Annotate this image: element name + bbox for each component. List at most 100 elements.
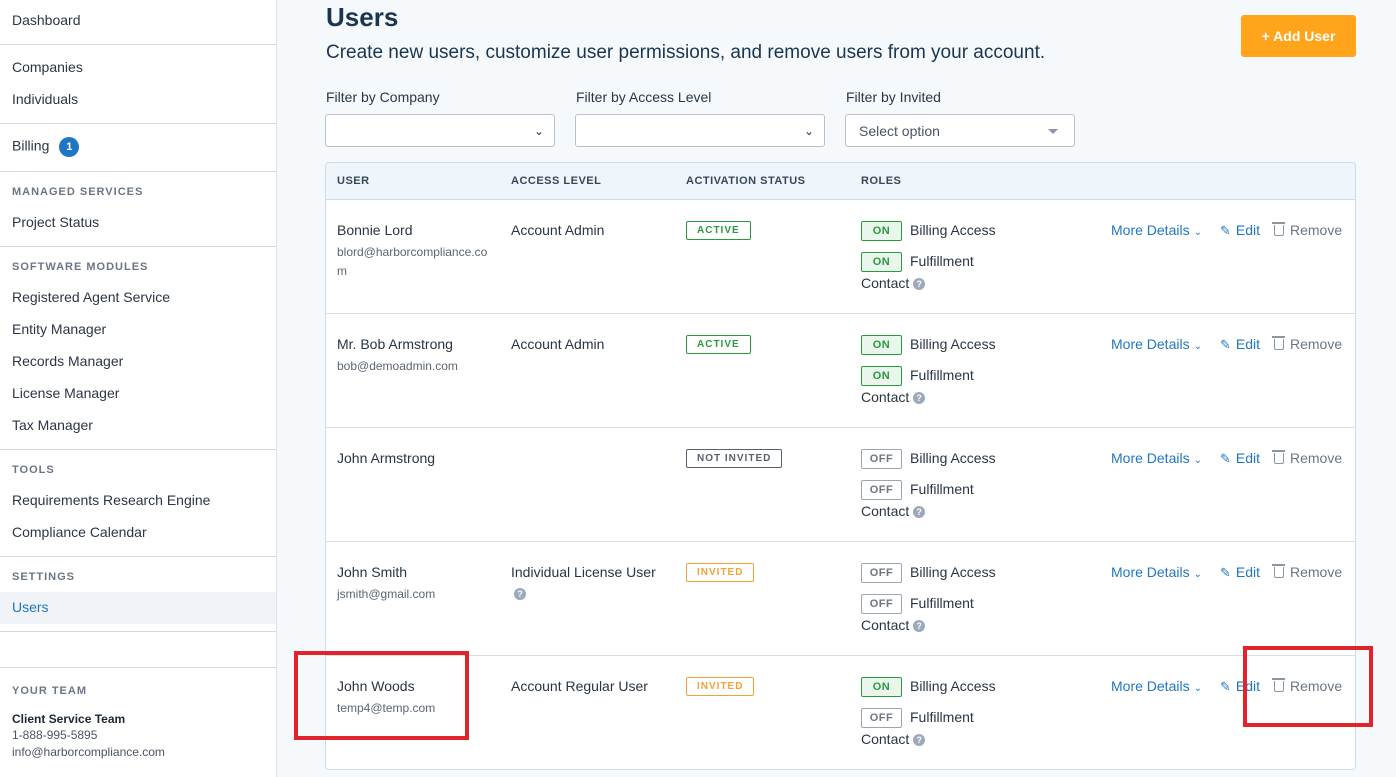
edit-link[interactable]: ✎ Edit	[1220, 564, 1260, 581]
help-icon[interactable]: ?	[913, 734, 926, 747]
sidebar-item-individuals[interactable]: Individuals	[12, 91, 78, 107]
highlight-box-user	[294, 651, 469, 740]
chevron-down-icon: ⌄	[803, 124, 814, 138]
help-icon[interactable]: ?	[514, 587, 526, 600]
role-contact-label: Contact	[861, 275, 910, 291]
role-fulfillment-label: Fulfillment	[910, 709, 974, 725]
user-email: bob@demoadmin.com	[337, 359, 458, 373]
sidebar-item-dashboard[interactable]: Dashboard	[12, 12, 81, 28]
add-user-button[interactable]: + Add User	[1241, 15, 1356, 57]
sidebar-divider	[0, 556, 276, 557]
more-details-link[interactable]: More Details ⌄	[1111, 564, 1202, 580]
fulfillment-contact-toggle[interactable]: ON	[861, 366, 902, 386]
more-details-link[interactable]: More Details ⌄	[1111, 678, 1202, 694]
filter-access-select[interactable]: ⌄	[575, 114, 825, 147]
fulfillment-contact-toggle[interactable]: OFF	[861, 480, 902, 500]
edit-link[interactable]: ✎ Edit	[1220, 450, 1260, 467]
billing-access-toggle[interactable]: ON	[861, 221, 902, 241]
help-icon[interactable]: ?	[913, 392, 926, 405]
sidebar-item-requirements-engine[interactable]: Requirements Research Engine	[12, 492, 210, 508]
remove-label: Remove	[1290, 564, 1343, 580]
sidebar-item-license-manager[interactable]: License Manager	[12, 385, 119, 401]
sidebar-item-compliance-calendar[interactable]: Compliance Calendar	[12, 524, 147, 540]
sidebar-item-entity-manager[interactable]: Entity Manager	[12, 321, 106, 337]
sidebar-divider	[0, 246, 276, 247]
column-header-user: USER	[337, 175, 370, 187]
role-fulfillment-label: Fulfillment	[910, 253, 974, 269]
edit-link[interactable]: ✎ Edit	[1220, 336, 1260, 353]
role-contact-label: Contact	[861, 731, 910, 747]
chevron-down-icon: ⌄	[533, 124, 544, 138]
sidebar: Dashboard Companies Individuals Billing 1…	[0, 0, 277, 777]
users-table: USER ACCESS LEVEL ACTIVATION STATUS ROLE…	[325, 162, 1356, 770]
trash-icon	[1272, 222, 1285, 236]
role-billing-label: Billing Access	[910, 678, 996, 694]
billing-access-toggle[interactable]: OFF	[861, 449, 902, 469]
pencil-icon: ✎	[1220, 337, 1231, 352]
edit-label: Edit	[1235, 450, 1261, 466]
billing-access-toggle[interactable]: ON	[861, 335, 902, 355]
billing-count-badge: 1	[59, 137, 80, 157]
table-row: Bonnie Lord blord@harborcompliance.com A…	[326, 200, 1355, 314]
column-header-roles: ROLES	[861, 175, 902, 187]
filter-invited-label: Filter by Invited	[846, 89, 941, 105]
table-row: John Armstrong NOT INVITED OFF Billing A…	[326, 428, 1355, 542]
more-details-link[interactable]: More Details ⌄	[1111, 222, 1202, 238]
role-fulfillment-label: Fulfillment	[910, 595, 974, 611]
fulfillment-contact-toggle[interactable]: ON	[861, 252, 902, 272]
remove-link[interactable]: Remove	[1272, 336, 1343, 352]
filter-invited-select[interactable]: Select option	[845, 114, 1075, 147]
table-row: John Woods temp4@temp.com Account Regula…	[326, 656, 1355, 769]
edit-link[interactable]: ✎ Edit	[1220, 222, 1260, 239]
fulfillment-contact-toggle[interactable]: OFF	[861, 594, 902, 614]
role-fulfillment-label: Fulfillment	[910, 367, 974, 383]
fulfillment-contact-toggle[interactable]: OFF	[861, 708, 902, 728]
sidebar-item-tax-manager[interactable]: Tax Manager	[12, 417, 93, 433]
team-email[interactable]: info@harborcompliance.com	[12, 745, 165, 759]
remove-label: Remove	[1290, 336, 1343, 352]
sidebar-item-records-manager[interactable]: Records Manager	[12, 353, 123, 369]
section-heading-settings: SETTINGS	[12, 571, 76, 583]
remove-link[interactable]: Remove	[1272, 450, 1342, 466]
access-level-help: ?	[514, 585, 526, 603]
role-billing-label: Billing Access	[910, 222, 996, 238]
trash-icon	[1272, 336, 1285, 350]
column-header-access-level: ACCESS LEVEL	[511, 175, 602, 187]
filter-access-label: Filter by Access Level	[576, 89, 712, 105]
sidebar-item-billing[interactable]: Billing 1	[12, 137, 80, 157]
page-subtitle: Create new users, customize user permiss…	[326, 42, 1046, 63]
sidebar-item-registered-agent[interactable]: Registered Agent Service	[12, 289, 170, 305]
filter-invited-placeholder: Select option	[859, 123, 940, 139]
access-level: Account Regular User	[511, 678, 648, 694]
remove-link[interactable]: Remove	[1272, 564, 1343, 580]
sidebar-divider	[0, 44, 276, 45]
sidebar-item-project-status[interactable]: Project Status	[12, 214, 99, 230]
sidebar-divider	[0, 449, 276, 450]
edit-label: Edit	[1235, 336, 1261, 352]
pencil-icon: ✎	[1220, 223, 1231, 238]
billing-access-toggle[interactable]: OFF	[861, 563, 902, 583]
role-fulfillment-label: Fulfillment	[910, 481, 974, 497]
status-badge: NOT INVITED	[686, 449, 783, 468]
more-details-link[interactable]: More Details ⌄	[1111, 336, 1202, 352]
billing-access-toggle[interactable]: ON	[861, 677, 902, 697]
sidebar-item-users[interactable]: Users	[12, 599, 49, 615]
role-billing-label: Billing Access	[910, 336, 996, 352]
more-details-label: More Details	[1111, 222, 1190, 238]
chevron-down-icon: ⌄	[1193, 569, 1202, 580]
sidebar-divider	[0, 631, 276, 632]
help-icon[interactable]: ?	[913, 506, 926, 519]
more-details-link[interactable]: More Details ⌄	[1111, 450, 1202, 466]
filter-company-select[interactable]: ⌄	[325, 114, 555, 147]
role-billing-label: Billing Access	[910, 564, 996, 580]
help-icon[interactable]: ?	[913, 620, 926, 633]
sidebar-item-companies[interactable]: Companies	[12, 59, 83, 75]
remove-link[interactable]: Remove	[1272, 222, 1342, 238]
pencil-icon: ✎	[1220, 679, 1231, 694]
help-icon[interactable]: ?	[913, 278, 926, 291]
team-phone[interactable]: 1-888-995-5895	[12, 728, 97, 742]
team-name: Client Service Team	[12, 712, 126, 726]
section-heading-software-modules: SOFTWARE MODULES	[12, 261, 149, 273]
user-name: John Smith	[337, 564, 408, 580]
role-billing-label: Billing Access	[910, 450, 996, 466]
